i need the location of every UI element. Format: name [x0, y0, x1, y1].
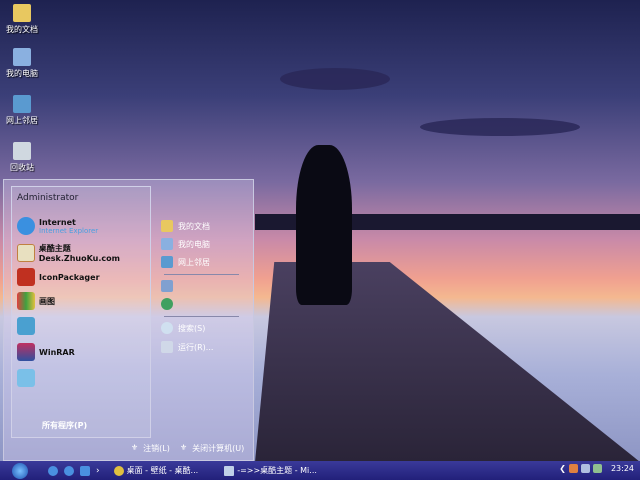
menu-item-my-documents[interactable]: 我的文档: [161, 220, 210, 232]
sublabel: Internet Explorer: [39, 226, 99, 235]
label: 注销(L): [143, 444, 170, 453]
label: IconPackager: [39, 272, 100, 282]
browser-quicklaunch-icon[interactable]: [64, 465, 74, 476]
menu-item-iconpackager[interactable]: IconPackager: [17, 268, 100, 286]
chevron-icon[interactable]: ›: [96, 466, 100, 476]
menu-item-my-computer[interactable]: 我的电脑: [161, 238, 210, 250]
all-programs-button[interactable]: 所有程序(P): [42, 420, 87, 431]
menu-item-blank[interactable]: [17, 369, 39, 387]
logoff-button[interactable]: ⚜ 注销(L): [131, 443, 170, 454]
user-name: Administrator: [17, 193, 79, 203]
search-icon: [161, 322, 173, 334]
shutdown-button[interactable]: ⚜ 关闭计算机(U): [180, 443, 244, 454]
label: Internet: [39, 217, 76, 227]
recycle-bin-icon: [13, 142, 31, 160]
label: 网上邻居: [178, 257, 210, 267]
app-icon: [17, 317, 35, 335]
pinned-programs: Administrator Internet Internet Explorer …: [11, 186, 151, 438]
globe-icon: [161, 298, 173, 310]
logoff-icon: ⚜: [131, 443, 139, 452]
label: 关闭计算机(U): [192, 444, 245, 453]
collapse-tray-icon[interactable]: ❮: [559, 464, 566, 473]
label: WinRAR: [39, 347, 75, 357]
winrar-icon: [17, 343, 35, 361]
tray-icon[interactable]: [580, 464, 590, 473]
couple-silhouette: [296, 145, 352, 305]
menu-item-run[interactable]: 运行(R)...: [161, 341, 213, 353]
desktop-icon-network[interactable]: 网上邻居: [4, 95, 40, 126]
label: 我的文档: [178, 221, 210, 231]
paint-icon: [17, 292, 35, 310]
label: 网上邻居: [6, 116, 38, 125]
menu-item-network[interactable]: 网上邻居: [161, 256, 210, 268]
menu-item-zhuoku[interactable]: 桌酷主题Desk.ZhuoKu.com: [17, 243, 150, 263]
iconpackager-icon: [17, 268, 35, 286]
start-button[interactable]: [12, 462, 28, 479]
desktop-icon-recycle-bin[interactable]: 回收站: [4, 142, 40, 173]
network-icon: [161, 256, 173, 268]
menu-item-search[interactable]: 搜索(S): [161, 322, 205, 334]
clock[interactable]: 23:24: [611, 464, 634, 473]
app-icon: [17, 244, 35, 262]
label: 运行(R)...: [178, 342, 214, 352]
ie-quicklaunch-icon[interactable]: [48, 465, 58, 476]
label: 搜索(S): [178, 323, 206, 333]
computer-icon: [161, 238, 173, 250]
desktop-icon-my-documents[interactable]: 我的文档: [4, 4, 40, 35]
ie-alt-quicklaunch-icon[interactable]: [80, 465, 90, 476]
menu-item-web[interactable]: [161, 298, 178, 310]
app-icon: [17, 369, 35, 387]
separator: [164, 274, 239, 275]
volume-icon[interactable]: [592, 464, 602, 473]
folder-icon: [13, 4, 31, 22]
start-menu: Administrator Internet Internet Explorer …: [3, 179, 254, 461]
label: 回收站: [10, 163, 34, 172]
label: 桌面 - 壁纸 - 桌酷...: [126, 466, 199, 475]
taskbar: › 桌面 - 壁纸 - 桌酷... -=>>桌酷主题 - Mi... ❮ 23:…: [0, 461, 640, 480]
ie-icon: [17, 217, 35, 235]
label: 我的电脑: [178, 239, 210, 249]
folder-icon: [161, 220, 173, 232]
taskbar-button[interactable]: -=>>桌酷主题 - Mi...: [224, 465, 317, 476]
chrome-icon: [113, 465, 124, 476]
label: 画图: [39, 296, 55, 306]
label: 我的文档: [6, 25, 38, 34]
computer-icon: [13, 48, 31, 66]
tray-icon[interactable]: [568, 464, 578, 473]
cloud: [280, 68, 390, 90]
run-icon: [161, 341, 173, 353]
desktop-icon-my-computer[interactable]: 我的电脑: [4, 48, 40, 79]
system-tray: ❮ 23:24: [559, 464, 634, 473]
menu-item-control-panel[interactable]: [161, 280, 178, 292]
network-icon: [13, 95, 31, 113]
shutdown-icon: ⚜: [180, 443, 188, 452]
menu-item-paint[interactable]: 画图: [17, 292, 55, 310]
label: 桌酷主题Desk.ZhuoKu.com: [38, 244, 120, 263]
cloud: [420, 118, 580, 136]
menu-item-blank[interactable]: [17, 317, 39, 335]
document-icon: [224, 465, 235, 476]
label: -=>>桌酷主题 - Mi...: [237, 466, 317, 475]
control-panel-icon: [161, 280, 173, 292]
menu-item-winrar[interactable]: WinRAR: [17, 343, 75, 361]
taskbar-button[interactable]: 桌面 - 壁纸 - 桌酷...: [113, 465, 199, 476]
menu-item-internet[interactable]: Internet Internet Explorer: [17, 217, 98, 235]
label: 我的电脑: [6, 69, 38, 78]
separator: [164, 316, 239, 317]
